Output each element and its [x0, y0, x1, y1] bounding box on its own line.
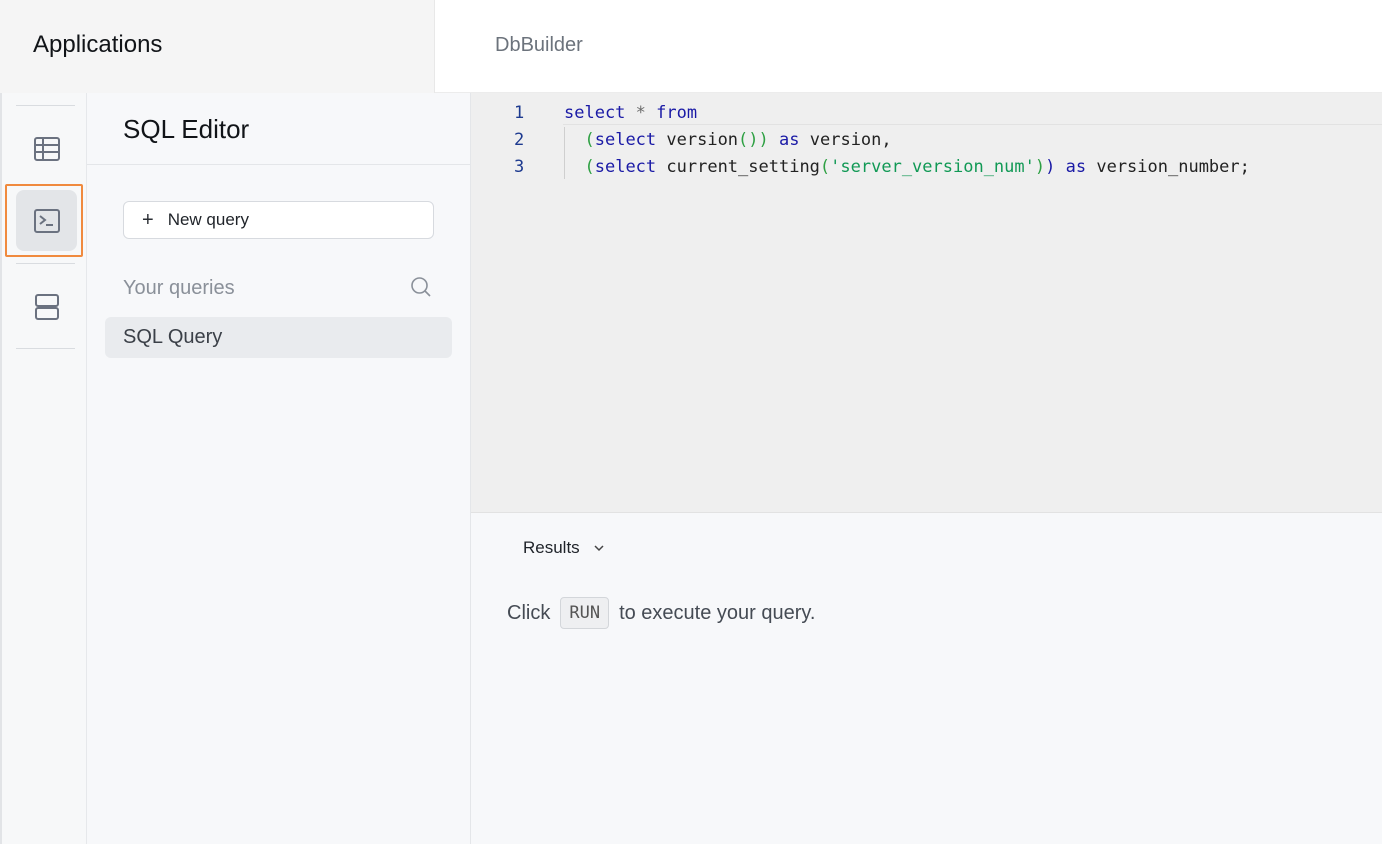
rail-divider	[16, 105, 75, 106]
panel-header: SQL Editor	[87, 93, 470, 165]
search-icon[interactable]	[410, 276, 432, 298]
new-query-button[interactable]: + New query	[123, 201, 434, 239]
database-icon	[34, 293, 59, 320]
code-line-3[interactable]: (select current_setting('server_version_…	[564, 157, 1249, 177]
results-dropdown[interactable]: Results	[523, 538, 606, 558]
run-key-badge: RUN	[560, 597, 610, 629]
app-header: Applications	[0, 0, 435, 93]
rail-button-tables[interactable]	[16, 118, 77, 179]
app-title: Applications	[33, 31, 163, 58]
code-editor[interactable]: 1 2 3 select * from (select version()) a…	[471, 93, 1382, 513]
breadcrumb[interactable]: DbBuilder	[495, 34, 583, 57]
your-queries-label: Your queries	[123, 277, 235, 299]
hint-prefix: Click	[507, 601, 551, 624]
run-hint: Click RUN to execute your query.	[507, 597, 815, 629]
results-tab-label: Results	[523, 538, 580, 557]
chevron-down-icon	[594, 545, 604, 552]
rail-divider	[16, 348, 75, 349]
rail-divider	[16, 263, 75, 264]
table-icon	[33, 136, 60, 161]
plus-icon: +	[142, 209, 154, 231]
rail-button-database[interactable]	[16, 276, 77, 337]
sql-editor-panel: SQL Editor + New query Your queries SQL …	[87, 93, 471, 844]
page-title: SQL Editor	[123, 114, 250, 144]
code-line-2[interactable]: (select version()) as version,	[564, 130, 891, 150]
code-line-1[interactable]: select * from	[564, 103, 697, 123]
hint-suffix: to execute your query.	[619, 601, 816, 624]
top-bar: Applications DbBuilder	[0, 0, 1382, 93]
query-list-item[interactable]: SQL Query	[105, 317, 452, 358]
results-panel: Results Click RUN to execute your query.	[471, 513, 1382, 844]
line-number: 1	[514, 103, 525, 123]
line-number: 3	[514, 157, 525, 177]
line-number: 2	[514, 130, 525, 150]
new-query-label: New query	[167, 210, 249, 229]
focus-highlight	[5, 184, 83, 257]
